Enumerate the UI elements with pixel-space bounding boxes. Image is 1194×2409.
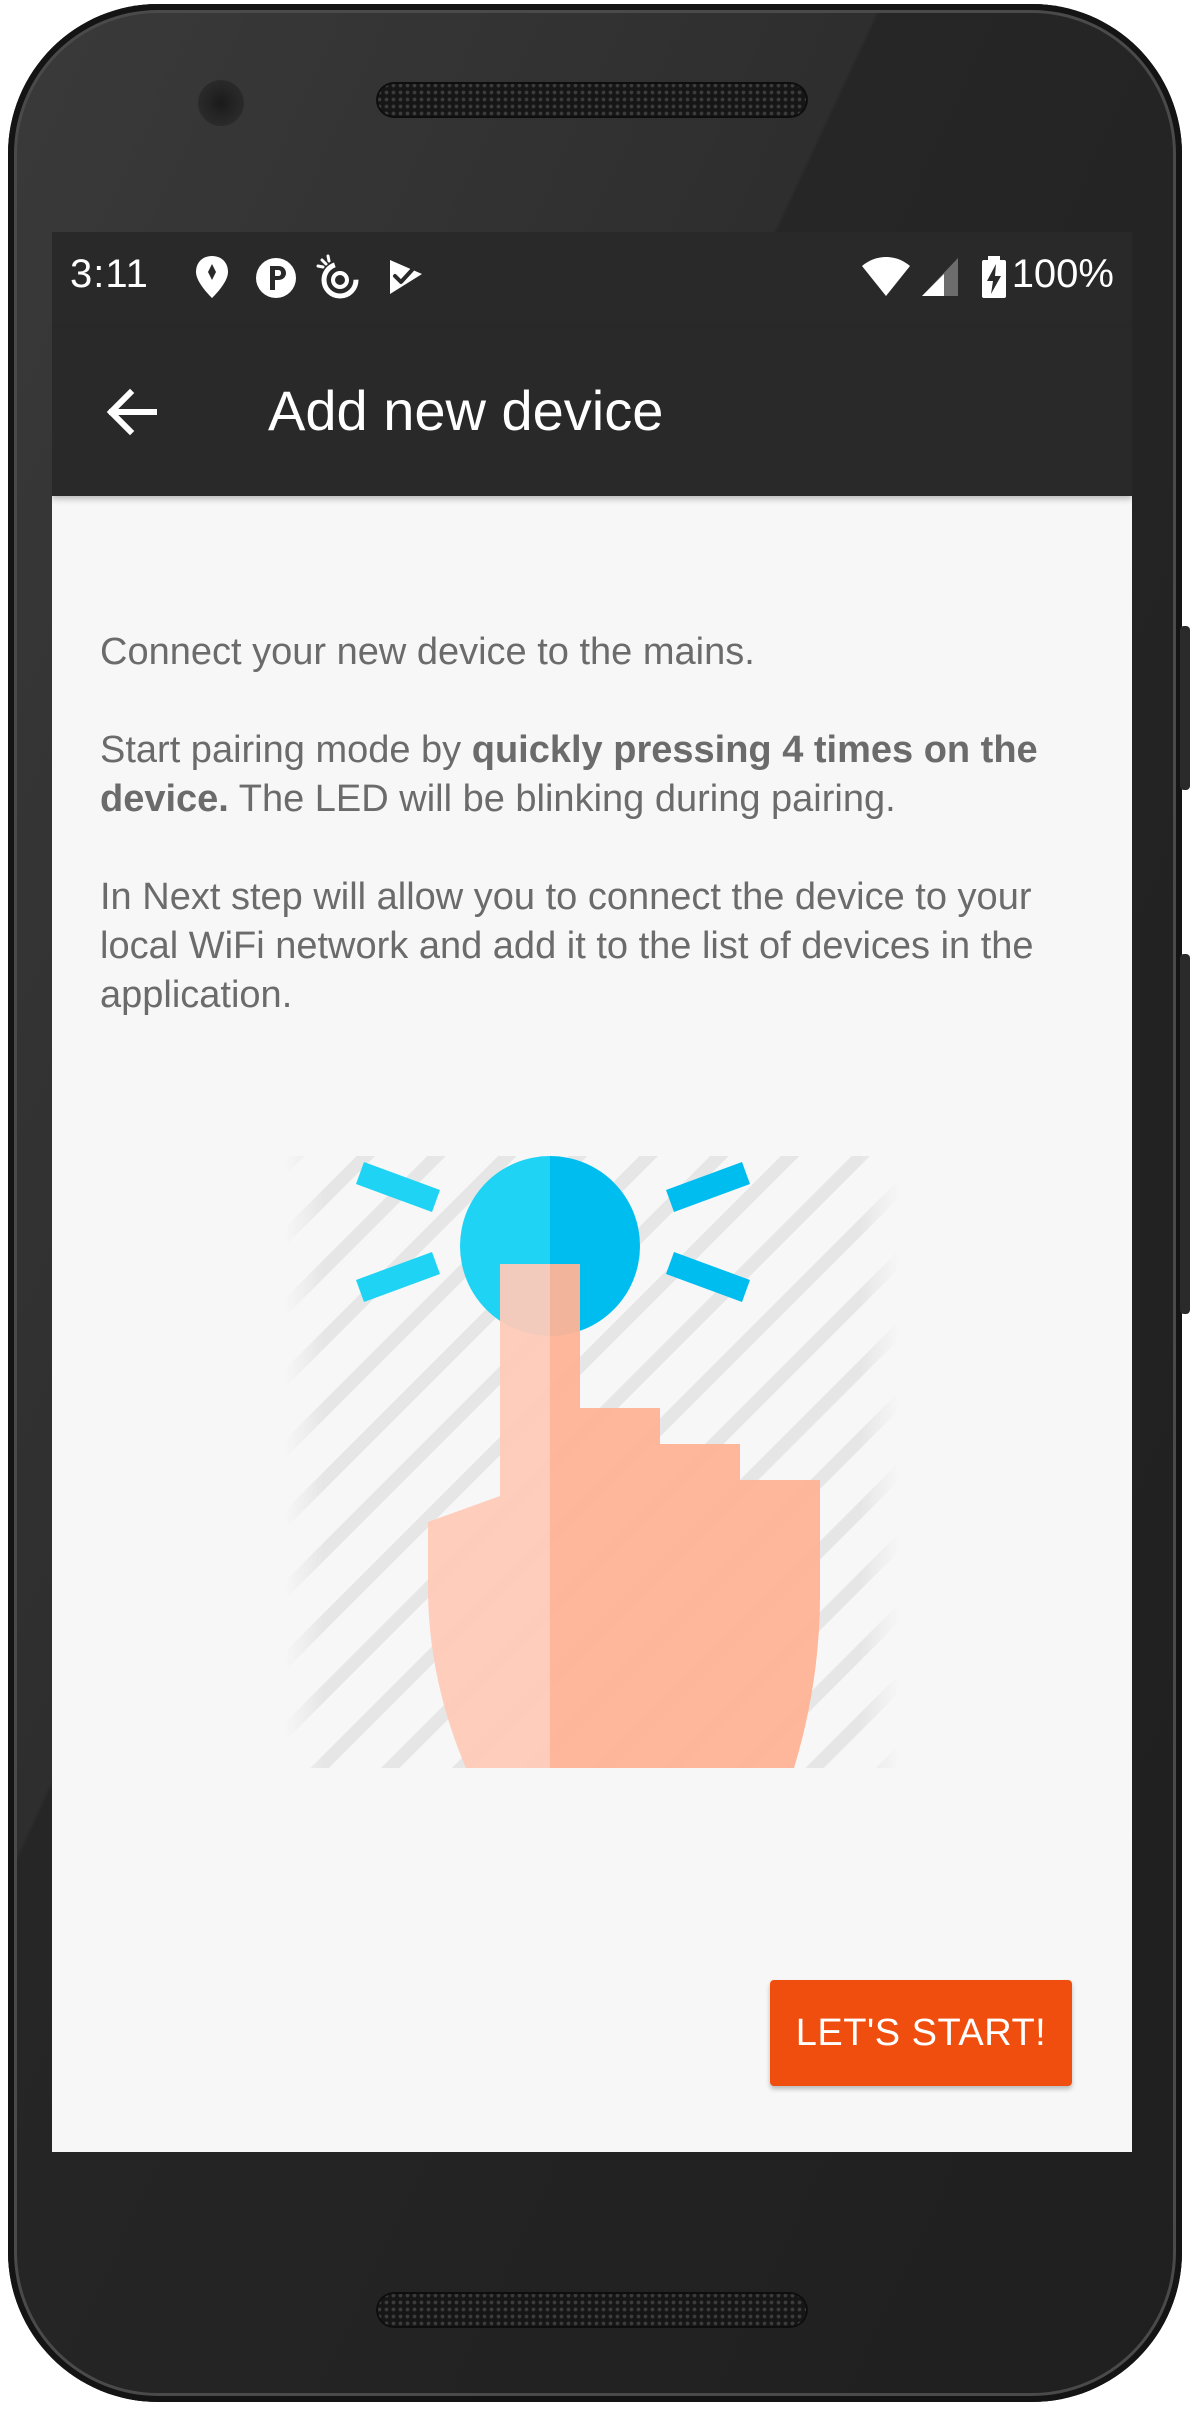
parking-p-icon: [256, 258, 296, 298]
cell-signal-icon: [922, 258, 958, 296]
battery-percent: 100%: [1011, 252, 1114, 296]
instruction-pairing: Start pairing mode by quickly pressing 4…: [100, 726, 1090, 824]
finger-pressing-button-icon: [286, 1156, 898, 1768]
location-pin-icon: [196, 256, 228, 298]
check-flag-icon: [390, 260, 422, 294]
sync-swirl-icon: [316, 254, 359, 299]
earpiece-speaker: [376, 82, 808, 118]
phone-frame: 3:11 100% Add new device Connect your ne…: [0, 0, 1194, 2409]
app-bar: Add new device: [52, 328, 1132, 496]
wifi-icon: [862, 257, 910, 296]
lets-start-button[interactable]: LET'S START!: [770, 1980, 1072, 2086]
arrow-back-icon[interactable]: [94, 374, 170, 450]
front-camera: [198, 80, 244, 126]
bottom-speaker: [376, 2292, 808, 2328]
instruction-pairing-suffix: The LED will be blinking during pairing.: [228, 778, 896, 820]
status-bar: 3:11 100%: [52, 232, 1132, 328]
power-button: [1180, 954, 1190, 1314]
instruction-connect: Connect your new device to the mains.: [100, 631, 755, 673]
screen: 3:11 100% Add new device Connect your ne…: [52, 232, 1132, 2152]
page-title: Add new device: [268, 379, 664, 442]
instruction-pairing-prefix: Start pairing mode by: [100, 729, 472, 771]
instructions: Connect your new device to the mains. St…: [100, 628, 1090, 1069]
instruction-next-step: In Next step will allow you to connect t…: [100, 876, 1034, 1016]
volume-button: [1180, 626, 1190, 790]
status-time: 3:11: [70, 252, 149, 296]
